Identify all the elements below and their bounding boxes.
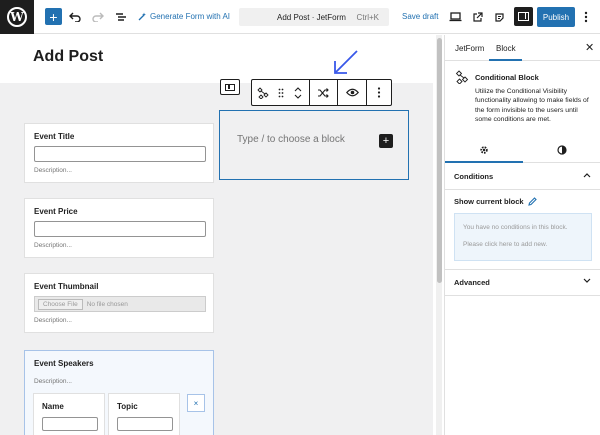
editor-top-bar: W + Generate Form with AI Add Post · Jet… (0, 0, 600, 34)
show-current-block[interactable]: Show current block (454, 197, 537, 206)
event-title-input[interactable] (34, 146, 206, 162)
redo-icon[interactable] (90, 9, 106, 25)
document-title: Add Post · JetForm (277, 13, 346, 22)
conditions-empty-state[interactable]: You have no conditions in this block. Pl… (454, 213, 592, 261)
options-menu-icon[interactable] (578, 9, 594, 25)
block-toolbar-mover-group (252, 80, 310, 105)
pencil-icon[interactable] (527, 197, 537, 206)
chevron-down-icon (583, 276, 591, 286)
repeater-label: Event Speakers (34, 359, 94, 368)
settings-sidebar-toggle[interactable] (514, 7, 533, 26)
field-label: Event Thumbnail (34, 282, 99, 291)
columns-block-toggle[interactable] (220, 79, 240, 95)
block-options-button[interactable] (367, 80, 391, 105)
visibility-button[interactable] (338, 80, 368, 105)
event-price-input[interactable] (34, 221, 206, 237)
block-card-description: Utilize the Conditional Visibility funct… (475, 88, 589, 123)
empty-conditions-text: You have no conditions in this block. (463, 224, 568, 231)
command-palette-button[interactable]: Add Post · JetForm Ctrl+K (239, 8, 389, 26)
active-subtab-indicator (445, 161, 523, 163)
shuffle-button[interactable] (310, 80, 339, 105)
conditional-block-icon (455, 70, 469, 84)
field-label: Event Price (34, 207, 78, 216)
column-label: Name (42, 402, 64, 411)
choose-file-button[interactable]: Choose File (38, 298, 83, 310)
show-current-label: Show current block (454, 197, 524, 206)
editor-canvas: Add Post Event Title Description... Even… (0, 35, 433, 435)
tab-block[interactable]: Block (496, 44, 516, 53)
column-label: Topic (117, 402, 138, 411)
field-event-thumbnail[interactable]: Event Thumbnail Choose File No file chos… (24, 273, 214, 333)
eye-icon (345, 88, 359, 97)
panel-title: Conditions (454, 172, 494, 181)
shuffle-icon (318, 87, 330, 98)
undo-icon[interactable] (67, 9, 83, 25)
preview-device-icon[interactable] (447, 9, 463, 25)
file-status: No file chosen (86, 300, 128, 308)
repeater-column-topic[interactable]: Topic (108, 393, 180, 435)
document-overview-icon[interactable] (113, 9, 129, 25)
generate-form-ai-button[interactable]: Generate Form with AI (138, 12, 230, 21)
thumbnail-file-input[interactable]: Choose File No file chosen (34, 296, 206, 312)
generate-form-ai-label: Generate Form with AI (150, 12, 231, 21)
wordpress-logo-icon[interactable]: W (0, 0, 34, 34)
conditions-panel-header[interactable]: Conditions (445, 164, 600, 190)
page-title[interactable]: Add Post (33, 48, 103, 66)
title-area: Add Post (0, 35, 433, 83)
magic-wand-icon (138, 12, 146, 21)
sidebar-tabs: JetForm Block ✕ (445, 35, 600, 61)
block-card-title: Conditional Block (475, 73, 539, 82)
advanced-panel-header[interactable]: Advanced (445, 270, 600, 296)
tab-jetform[interactable]: JetForm (455, 44, 484, 53)
publish-button[interactable]: Publish (537, 7, 575, 27)
repeater-event-speakers[interactable]: Event Speakers Description... Name Topic… (24, 350, 214, 435)
topic-input[interactable] (117, 417, 173, 431)
block-inspector-tabs (445, 137, 600, 163)
repeater-description: Description... (34, 378, 72, 385)
scrollbar-thumb[interactable] (436, 38, 442, 283)
field-description: Description... (34, 317, 72, 324)
empty-block-appender[interactable]: Type / to choose a block + (219, 110, 409, 180)
block-placeholder: Type / to choose a block (237, 134, 345, 145)
close-icon[interactable]: ✕ (585, 41, 594, 54)
block-inserter-button[interactable]: + (45, 8, 62, 25)
jetform-settings-icon[interactable] (491, 9, 507, 25)
canvas-scrollbar[interactable] (436, 35, 442, 435)
save-draft-button[interactable]: Save draft (402, 12, 438, 21)
chevron-up-icon (583, 170, 591, 180)
drag-handle-icon[interactable] (274, 88, 288, 98)
columns-icon (225, 83, 235, 91)
shortcut-hint: Ctrl+K (356, 13, 379, 22)
field-label: Event Title (34, 132, 75, 141)
settings-tab-gear-icon[interactable] (479, 145, 489, 157)
styles-tab-contrast-icon[interactable] (557, 145, 567, 157)
more-vertical-icon (377, 87, 381, 98)
name-input[interactable] (42, 417, 98, 431)
field-description: Description... (34, 242, 72, 249)
add-block-button[interactable]: + (379, 134, 393, 148)
field-event-price[interactable]: Event Price Description... (24, 198, 214, 258)
annotation-arrow-icon (334, 50, 358, 74)
repeater-column-name[interactable]: Name (33, 393, 105, 435)
move-up-down-icon[interactable] (288, 86, 308, 100)
field-event-title[interactable]: Event Title Description... (24, 123, 214, 183)
add-condition-hint[interactable]: Please click here to add new. (463, 241, 547, 248)
sidebar-icon (518, 12, 529, 21)
conditional-block-icon[interactable] (252, 86, 274, 99)
view-external-icon[interactable] (469, 9, 485, 25)
block-toolbar (251, 79, 392, 106)
panel-title: Advanced (454, 278, 490, 287)
remove-row-button[interactable]: × (187, 394, 205, 412)
active-tab-indicator (489, 59, 522, 61)
settings-sidebar: JetForm Block ✕ Conditional Block Utiliz… (444, 35, 600, 435)
field-description: Description... (34, 167, 72, 174)
